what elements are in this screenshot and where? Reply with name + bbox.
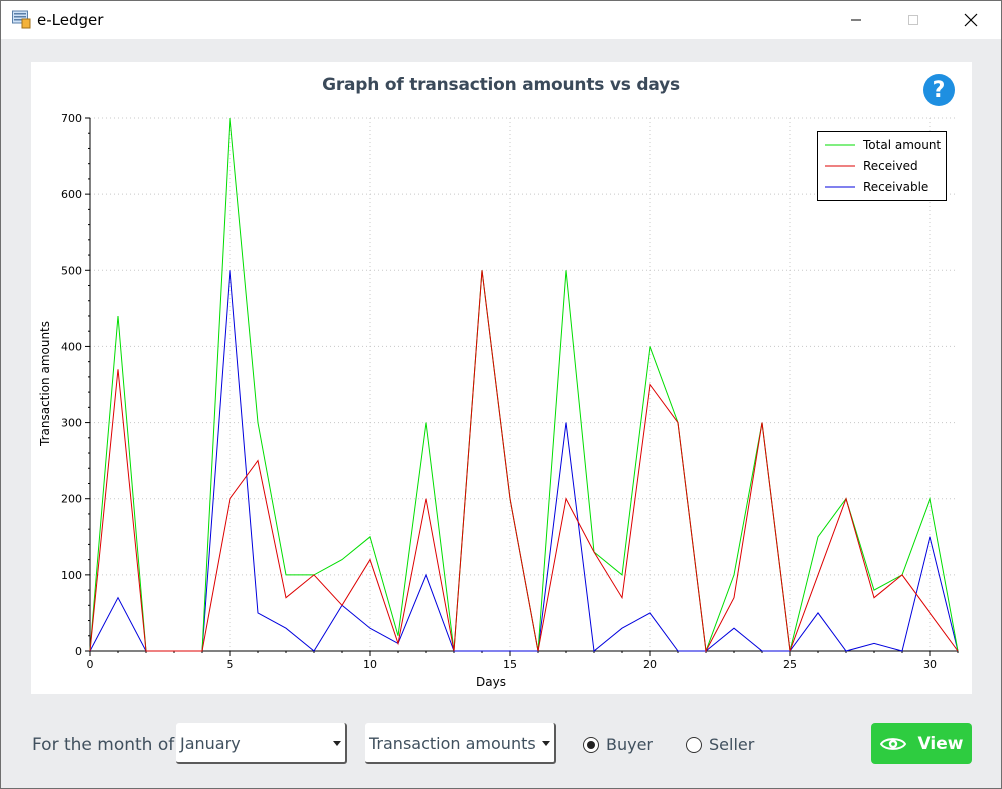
series-line-received xyxy=(89,270,959,653)
y-tick-label: 200 xyxy=(61,493,82,506)
app-window: e-Ledger 0 100 200 300 400 500 600 700 0 5 10 15 20 2… xyxy=(0,0,1002,789)
y-tick-label: 600 xyxy=(61,188,82,201)
buyer-radio[interactable]: Buyer xyxy=(583,735,653,754)
y-tick-label: 500 xyxy=(61,264,82,277)
seller-radio-label: Seller xyxy=(709,735,755,754)
y-tick-label: 100 xyxy=(61,569,82,582)
month-dropdown-value: January xyxy=(180,734,241,753)
chart-legend: Total amount Received Receivable xyxy=(817,131,947,201)
view-button-label: View xyxy=(917,733,964,754)
legend-label: Received xyxy=(863,159,918,173)
month-dropdown[interactable]: January xyxy=(176,723,347,764)
x-tick-label: 15 xyxy=(503,658,517,671)
controls-bar: For the month of January Transaction amo… xyxy=(1,715,1001,775)
legend-label: Receivable xyxy=(863,180,928,194)
y-tick-label: 400 xyxy=(61,340,82,353)
view-button[interactable]: View xyxy=(871,723,972,764)
y-tick-label: 300 xyxy=(61,417,82,430)
x-tick-label: 20 xyxy=(643,658,657,671)
x-tick-label: 30 xyxy=(923,658,937,671)
seller-radio[interactable]: Seller xyxy=(686,735,754,754)
graph-type-dropdown-value: Transaction amounts xyxy=(369,734,536,753)
series-line-receivable xyxy=(89,270,959,652)
x-tick-label: 25 xyxy=(783,658,797,671)
buyer-radio-label: Buyer xyxy=(606,735,654,754)
help-button[interactable]: ? xyxy=(923,74,955,106)
radio-unchecked-icon xyxy=(686,736,702,753)
month-label: For the month of xyxy=(32,735,175,755)
y-tick-label: 700 xyxy=(61,112,82,125)
y-tick-label: 0 xyxy=(75,645,82,658)
radio-checked-icon xyxy=(583,736,599,753)
legend-label: Total amount xyxy=(862,138,941,152)
x-tick-label: 10 xyxy=(363,658,377,671)
eye-icon xyxy=(879,737,906,750)
graph-type-dropdown[interactable]: Transaction amounts xyxy=(365,723,556,764)
x-axis-title: Days xyxy=(476,675,506,689)
chevron-down-icon xyxy=(333,741,341,746)
chevron-down-icon xyxy=(542,741,550,746)
x-tick-label: 5 xyxy=(227,658,234,671)
x-tick-label: 0 xyxy=(87,658,94,671)
chart-title: Graph of transaction amounts vs days xyxy=(322,75,680,95)
line-chart: 0 100 200 300 400 500 600 700 0 5 10 15 20 25 30 Days Tr… xyxy=(38,112,959,689)
help-icon: ? xyxy=(932,77,946,103)
y-axis-title: Transaction amounts xyxy=(38,321,52,447)
